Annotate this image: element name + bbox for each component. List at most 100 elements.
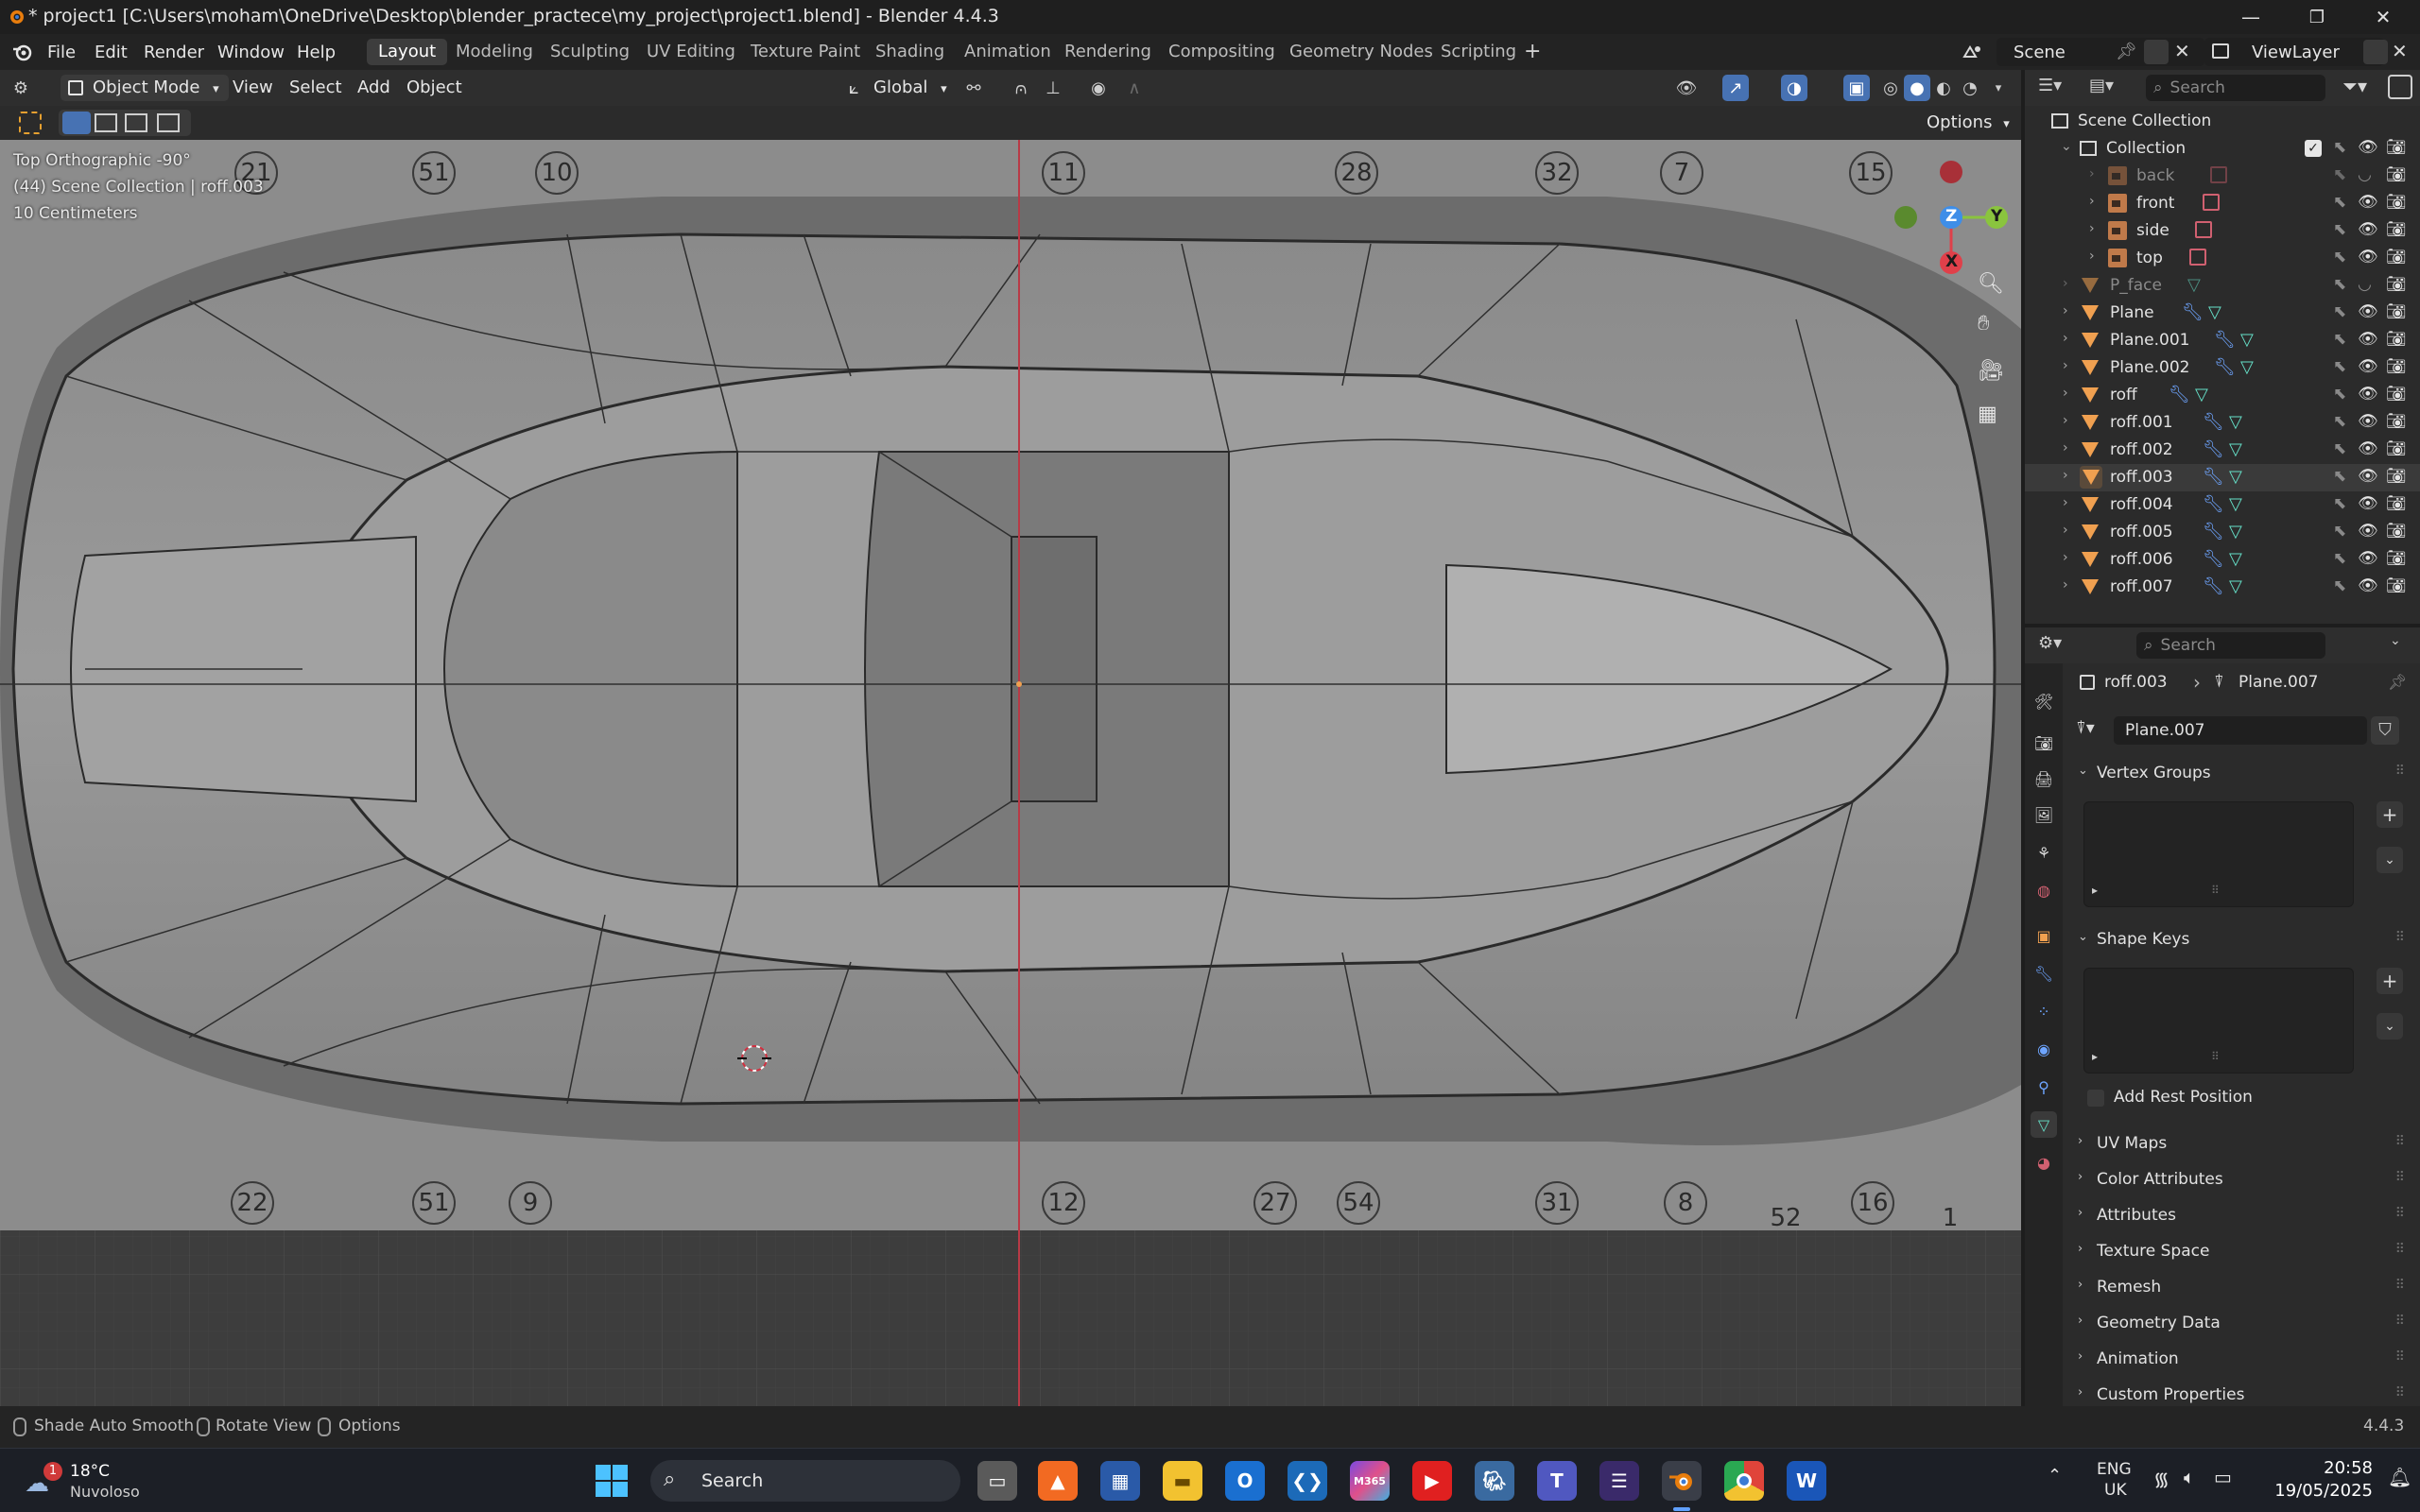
show-hidden-icons-chevron-icon[interactable]: ⌃	[2048, 1466, 2062, 1486]
gizmo-toggle-icon[interactable]: ↗	[1722, 75, 1749, 101]
render-camera-icon[interactable]: 📷︎	[2386, 385, 2407, 404]
menu-add[interactable]: Add	[348, 75, 400, 101]
add-workspace-icon[interactable]: +	[1524, 40, 1541, 63]
outliner-row-plane-001[interactable]: › Plane.001 🔧︎ ▽ ⬉ 👁︎ 📷︎	[2025, 327, 2420, 354]
render-camera-icon[interactable]: 📷︎	[2386, 494, 2407, 513]
vscode-icon[interactable]: ❮❯	[1288, 1461, 1327, 1501]
render-camera-icon[interactable]: 📷︎	[2386, 193, 2407, 212]
wifi-icon[interactable]: ᯾	[2153, 1466, 2169, 1491]
scene-browse-icon[interactable]	[1961, 38, 1995, 66]
windows-start-icon[interactable]	[594, 1463, 630, 1499]
visibility-eye-icon[interactable]: 👁︎	[2358, 357, 2378, 376]
render-camera-icon[interactable]: 📷︎	[2386, 522, 2407, 541]
new-scene-icon[interactable]	[2144, 40, 2169, 64]
drag-handle-icon[interactable]: ⠿	[2395, 1385, 2405, 1400]
expand-arrow-icon[interactable]: ›	[2063, 276, 2068, 291]
shape-keys-list[interactable]: ▸ ⠿	[2083, 968, 2354, 1074]
world-tab-icon[interactable]: ◍	[2031, 877, 2057, 903]
visibility-eye-icon[interactable]: 👁︎	[2358, 494, 2378, 513]
weather-widget[interactable]: ☁ 1 18°C Nuvoloso	[19, 1456, 170, 1505]
expand-arrow-icon[interactable]: ›	[2063, 495, 2068, 510]
youtube-icon[interactable]: ▶	[1412, 1461, 1452, 1501]
expand-arrow-icon[interactable]: ›	[2063, 331, 2068, 346]
render-camera-icon[interactable]: 📷︎	[2386, 248, 2407, 266]
material-shading-icon[interactable]: ◐	[1930, 75, 1957, 101]
pan-hand-icon[interactable]: ✋︎	[1978, 312, 2004, 338]
select-toggle-icon[interactable]: ⬉	[2333, 357, 2346, 376]
tab-layout[interactable]: Layout	[367, 39, 448, 65]
volume-icon[interactable]: 🔈︎	[2184, 1466, 2195, 1488]
outliner-row-roff[interactable]: › roff 🔧︎ ▽ ⬉ 👁︎ 📷︎	[2025, 382, 2420, 409]
select-toggle-icon[interactable]: ⬉	[2333, 275, 2346, 294]
battery-icon[interactable]: ▭	[2214, 1466, 2232, 1488]
exclude-checkbox[interactable]: ✓	[2305, 140, 2322, 157]
overlays-toggle-icon[interactable]: ◑	[1781, 75, 1807, 101]
select-toggle-icon[interactable]: ⬉	[2333, 467, 2346, 486]
menu-file[interactable]: File	[40, 40, 83, 65]
display-mode-icon[interactable]: ▤▾	[2089, 76, 2114, 95]
section-animation[interactable]: › Animation ⠿	[2070, 1342, 2412, 1376]
list-expand-icon[interactable]: ▸	[2092, 884, 2098, 897]
section-remesh[interactable]: › Remesh ⠿	[2070, 1270, 2412, 1304]
add-rest-position-checkbox[interactable]	[2087, 1090, 2104, 1107]
mesh-name-field[interactable]: Plane.007	[2114, 716, 2367, 745]
visibility-eye-icon[interactable]: 👁︎	[2358, 467, 2378, 486]
constraints-tab-icon[interactable]: ⚲	[2031, 1074, 2057, 1100]
select-toggle-icon[interactable]: ⬉	[2333, 165, 2346, 184]
expand-arrow-icon[interactable]: ›	[2063, 550, 2068, 565]
pin-icon[interactable]: 📌︎	[2388, 673, 2407, 691]
section-attributes[interactable]: › Attributes ⠿	[2070, 1198, 2412, 1232]
vertex-groups-list[interactable]: ▸ ⠿	[2083, 801, 2354, 907]
tab-sculpting[interactable]: Sculpting	[539, 39, 641, 65]
outlook-icon[interactable]: O	[1225, 1461, 1265, 1501]
select-toggle-icon[interactable]: ⬉	[2333, 385, 2346, 404]
render-camera-icon[interactable]: 📷︎	[2386, 412, 2407, 431]
render-camera-icon[interactable]: 📷︎	[2386, 302, 2407, 321]
outliner-search-input[interactable]: ⌕ Search	[2146, 75, 2325, 101]
select-toggle-icon[interactable]: ⬉	[2333, 522, 2346, 541]
remove-viewlayer-icon[interactable]: ✕	[2392, 40, 2408, 62]
falloff-icon[interactable]: ∧	[1121, 75, 1148, 101]
scene-tab-icon[interactable]: ⚘	[2031, 839, 2057, 866]
expand-arrow-icon[interactable]: ›	[2063, 386, 2068, 401]
select-toggle-icon[interactable]: ⬉	[2333, 302, 2346, 321]
render-camera-icon[interactable]: 📷︎	[2386, 549, 2407, 568]
visibility-eye-icon[interactable]: 👁︎	[2358, 549, 2378, 568]
outliner-row-p-face[interactable]: › P_face ▽ ⬉ ◡ 📷︎	[2025, 272, 2420, 300]
mesh-data-tab-icon[interactable]: ▽	[2031, 1111, 2057, 1138]
tab-rendering[interactable]: Rendering	[1053, 39, 1163, 65]
hidden-eye-icon[interactable]: ◡	[2358, 275, 2372, 294]
drag-handle-icon[interactable]: ⠿	[2395, 1170, 2405, 1185]
section-geometry-data[interactable]: › Geometry Data ⠿	[2070, 1306, 2412, 1340]
3d-viewport[interactable]: 21 51 10 11 28 32 7 15 22 51 9 12 27 54 …	[0, 140, 2021, 1406]
visibility-eye-icon[interactable]: 👁︎	[2358, 220, 2378, 239]
particles-tab-icon[interactable]: ⁘	[2031, 998, 2057, 1024]
xray-toggle-icon[interactable]: ▣	[1843, 75, 1870, 101]
camera-view-icon[interactable]: 🎥︎	[1978, 359, 2004, 386]
remove-scene-icon[interactable]: ✕	[2174, 40, 2190, 62]
tab-scripting[interactable]: Scripting	[1429, 39, 1528, 65]
language-indicator[interactable]: ENG UK	[2097, 1458, 2144, 1503]
visibility-eye-icon[interactable]: 👁︎	[2358, 439, 2378, 458]
zoom-icon[interactable]: 🔍︎	[1978, 272, 2004, 299]
fake-user-shield-icon[interactable]: ⛉	[2371, 716, 2399, 745]
solid-shading-icon[interactable]: ●	[1904, 75, 1930, 101]
outliner-row-roff-001[interactable]: › roff.001 🔧︎ ▽ ⬉ 👁︎ 📷︎	[2025, 409, 2420, 437]
visibility-eye-icon[interactable]: 👁︎	[2358, 385, 2378, 404]
clock[interactable]: 20:58 19/05/2025	[2259, 1456, 2373, 1505]
shading-options-icon[interactable]: ▾	[1985, 75, 2012, 101]
drag-handle-icon[interactable]: ⠿	[2395, 1206, 2405, 1221]
render-camera-icon[interactable]: 📷︎	[2386, 439, 2407, 458]
invert-selection-icon[interactable]	[157, 113, 180, 132]
expand-arrow-icon[interactable]: ›	[2063, 440, 2068, 455]
render-camera-icon[interactable]: 📷︎	[2386, 220, 2407, 239]
output-tab-icon[interactable]: 🖨︎	[2031, 765, 2057, 792]
viewlayer-field[interactable]: ViewLayer	[2204, 38, 2384, 66]
tab-modeling[interactable]: Modeling	[444, 39, 544, 65]
expand-arrow-icon[interactable]: ›	[2089, 194, 2095, 209]
outliner-row-roff-002[interactable]: › roff.002 🔧︎ ▽ ⬉ 👁︎ 📷︎	[2025, 437, 2420, 464]
scene-field[interactable]: Scene 📌︎	[1996, 38, 2204, 66]
visibility-eye-icon[interactable]: 👁︎	[2358, 302, 2378, 321]
section-vertex-groups[interactable]: ⌄ Vertex Groups ⠿	[2070, 756, 2412, 790]
transform-orientation-dropdown[interactable]: ⟀ Global ▾	[841, 75, 957, 101]
